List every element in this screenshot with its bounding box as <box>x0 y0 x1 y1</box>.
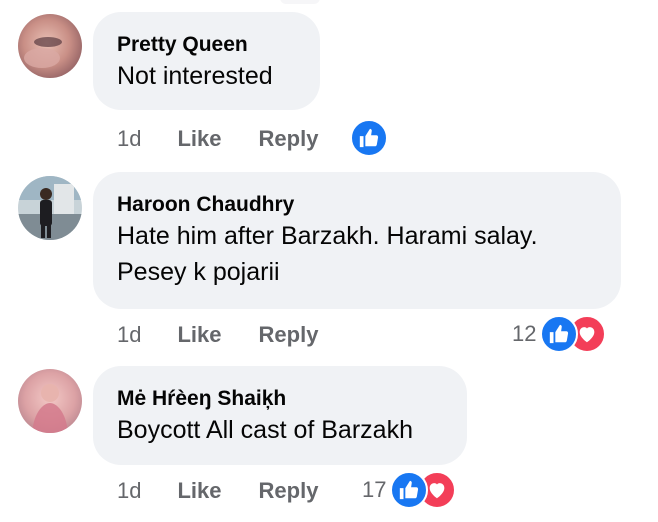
reaction-summary[interactable] <box>350 118 388 158</box>
comment-bubble: Pretty Queen Not interested <box>93 12 320 110</box>
reply-button[interactable]: Reply <box>259 478 319 504</box>
scroll-fragment <box>280 0 320 4</box>
reaction-summary[interactable]: 12 <box>512 314 607 354</box>
like-button[interactable]: Like <box>177 126 221 152</box>
like-button[interactable]: Like <box>177 478 221 504</box>
reply-button[interactable]: Reply <box>259 322 319 348</box>
comment-timestamp[interactable]: 1d <box>117 478 141 504</box>
reply-button[interactable]: Reply <box>259 126 319 152</box>
comment-text: Boycott All cast of Barzakh <box>117 416 413 444</box>
comments-page: Pretty Queen Not interested 1d Like Repl… <box>0 0 658 522</box>
comment-actions: 1d Like Reply <box>117 124 355 154</box>
comment-author[interactable]: Haroon Chaudhry <box>117 192 597 218</box>
comment-timestamp[interactable]: 1d <box>117 126 141 152</box>
avatar[interactable] <box>18 369 82 433</box>
comment-text: Not interested <box>117 62 273 90</box>
reaction-summary[interactable]: 17 <box>362 470 457 510</box>
comment-actions: 1d Like Reply <box>117 476 355 506</box>
reaction-count: 17 <box>362 477 387 502</box>
reaction-count: 12 <box>512 321 537 346</box>
comment-author[interactable]: Mė Hŕèeŋ Shaiķh <box>117 386 443 412</box>
comment-bubble: Mė Hŕèeŋ Shaiķh Boycott All cast of Barz… <box>93 366 467 465</box>
comment-author[interactable]: Pretty Queen <box>117 32 296 58</box>
like-icon <box>350 119 388 157</box>
comment-actions: 1d Like Reply <box>117 320 355 350</box>
comment-timestamp[interactable]: 1d <box>117 322 141 348</box>
avatar[interactable] <box>18 14 82 78</box>
avatar[interactable] <box>18 176 82 240</box>
comment-bubble: Haroon Chaudhry Hate him after Barzakh. … <box>93 172 621 309</box>
comment-text: Hate him after Barzakh. Harami salay. <box>117 222 538 250</box>
like-button[interactable]: Like <box>177 322 221 348</box>
comment-text: Pesey k pojarii <box>117 258 280 286</box>
